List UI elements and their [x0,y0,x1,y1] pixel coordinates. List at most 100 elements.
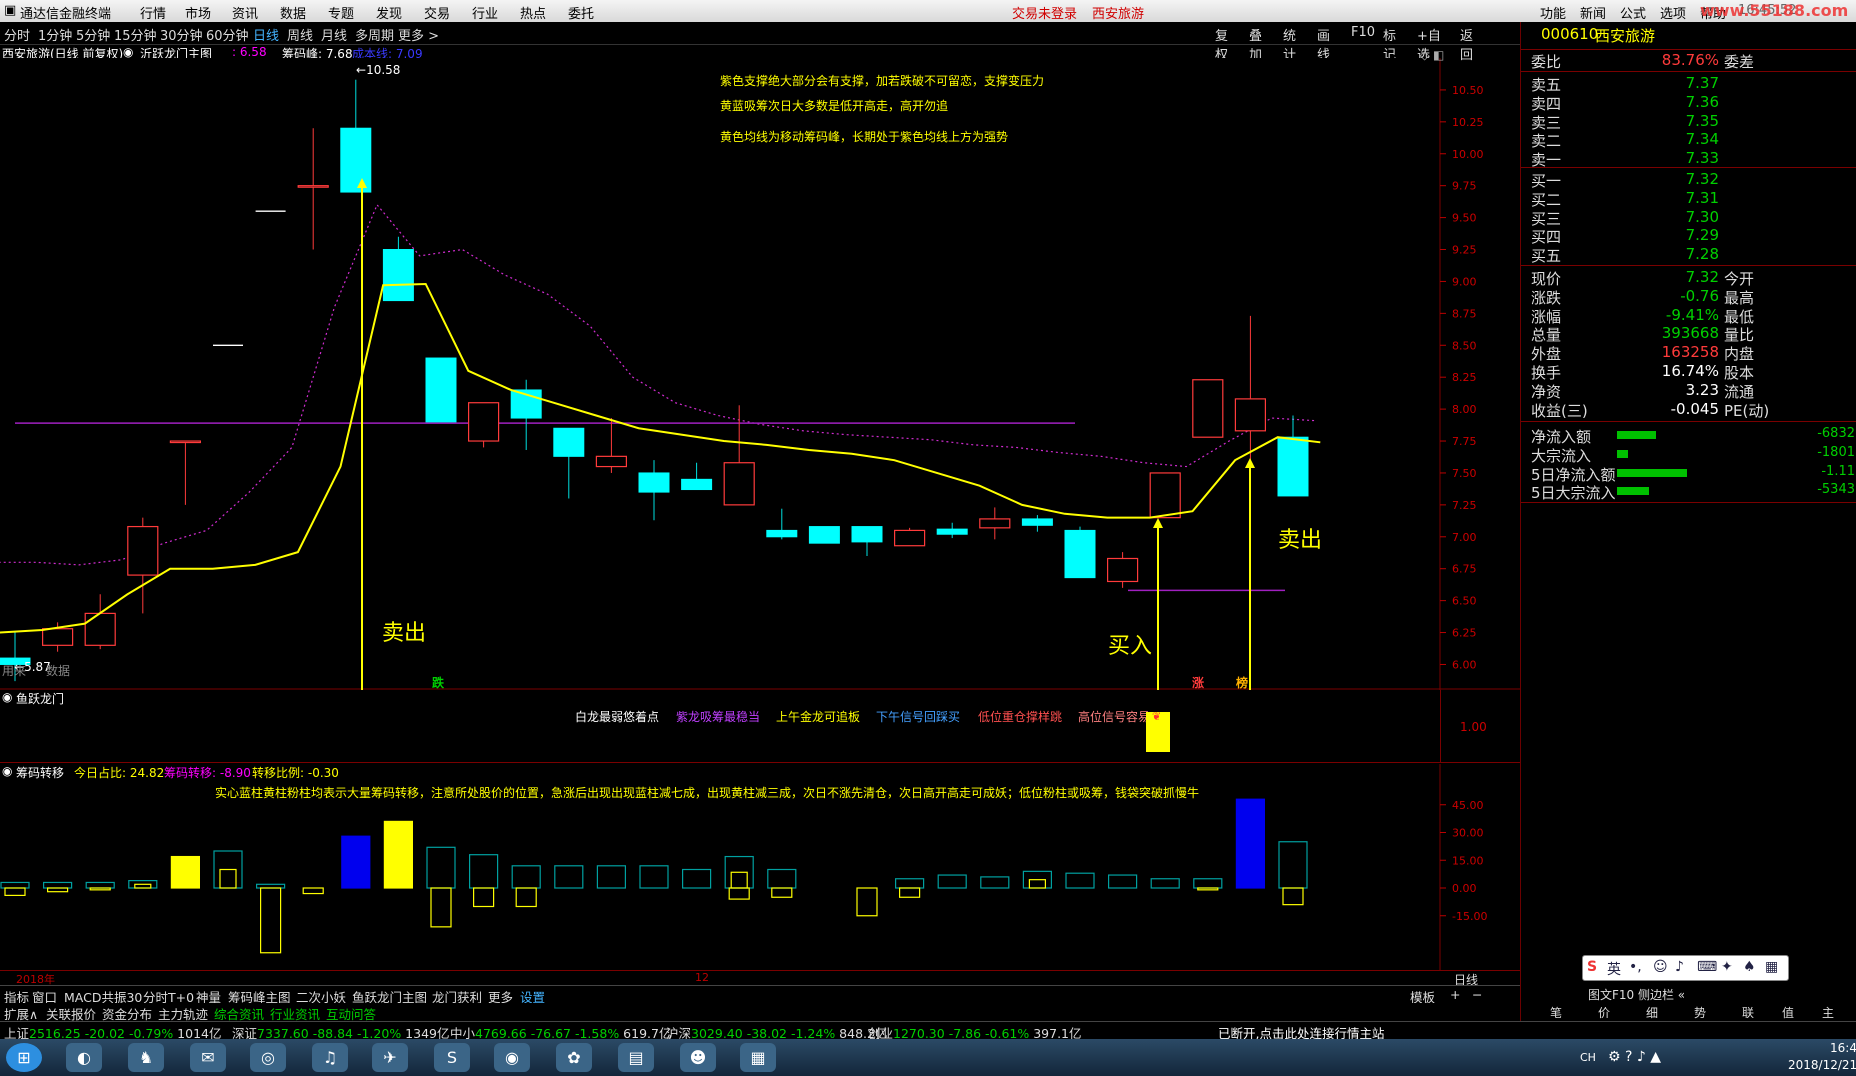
taskbar-tdx-icon[interactable]: ▤ [618,1043,654,1072]
menu-redian[interactable]: 热点 [520,3,546,22]
ime-toolbar[interactable]: S 英 •, ☺ ♪ ⌨ ✦ ♠ ▦ [1582,955,1789,981]
taskbar-time: 16:45 [1830,1041,1856,1055]
indicator-gear-icon[interactable]: ◉ [123,45,133,59]
watermark: www.55188.com [1700,1,1849,20]
panel-f10-link[interactable]: 图文F10 侧边栏 « [1588,986,1685,1003]
zoom-in-icon[interactable]: + [1450,987,1460,1002]
quote-tab-jia[interactable]: 价 [1598,1004,1610,1021]
chip-bar [469,854,499,889]
chip-bar-negative [430,887,452,928]
start-button[interactable]: ⊞ [6,1043,42,1072]
taskbar-app-12-icon[interactable]: ▦ [740,1043,776,1072]
candle-body [595,455,628,468]
menu-xinwen[interactable]: 新闻 [1580,3,1606,22]
taskbar-app-4-icon[interactable]: ◎ [250,1043,286,1072]
toolbar-f10[interactable]: F10 [1351,25,1375,40]
punct-icon[interactable]: •, [1629,959,1642,975]
period-30min[interactable]: 30分钟 [160,25,203,44]
taskbar-browser-icon[interactable]: ◉ [494,1043,530,1072]
flow-bar [1617,468,1687,477]
y-tick-label: 9.75 [1452,180,1477,193]
stat-5: 换手 16.74% 股本 [1521,362,1856,382]
stat-3: 总量 393668 量比 [1521,324,1856,344]
menu-hangqing[interactable]: 行情 [140,3,166,22]
quote-tab-zhi[interactable]: 值 [1782,1004,1794,1021]
taskbar-app-6-icon[interactable]: ✈ [372,1043,408,1072]
emoji-icon[interactable]: ☺ [1653,959,1668,975]
quote-tab-shi[interactable]: 势 [1694,1004,1706,1021]
sogou-icon[interactable]: S [1587,959,1597,975]
keyboard-icon[interactable]: ⌨ [1697,959,1717,975]
taskbar-netease-icon[interactable]: ♫ [312,1043,348,1072]
dragon-legend-white: 白龙最弱悠着点 [575,710,660,724]
chip-bar [426,846,456,889]
taskbar-sogou-icon[interactable]: S [434,1043,470,1072]
candlestick-chart[interactable]: 10.50 10.25 10.00 9.75 9.50 9.25 9.00 8.75 8.50 8… [0,58,1520,690]
flow-value: -1.11 [1821,463,1855,479]
login-status[interactable]: 交易未登录 [1012,3,1077,22]
chart-mini-icons[interactable]: ◇ ◧ [1420,48,1444,62]
mic-icon[interactable]: ♪ [1675,959,1684,975]
dragon-title[interactable]: 鱼跃龙门 [16,690,64,707]
menu-gongshi[interactable]: 公式 [1620,3,1646,22]
period-multi[interactable]: 多周期 [355,25,394,44]
candle-body [127,525,159,576]
y-tick-label: 8.25 [1452,371,1477,384]
lang-indicator[interactable]: CH [1580,1051,1596,1064]
skin-icon[interactable]: ♠ [1743,959,1756,975]
y-tick-label: 7.50 [1452,467,1477,480]
period-more[interactable]: 更多 > [398,25,439,44]
menu-xuanxiang[interactable]: 选项 [1660,3,1686,22]
menu-weituo[interactable]: 委托 [568,3,594,22]
taskbar-app-11-icon[interactable]: ☻ [680,1043,716,1072]
candle-body [1064,529,1096,579]
period-15min[interactable]: 15分钟 [114,25,157,44]
chip-bar-negative [473,887,495,908]
menu-shichang[interactable]: 市场 [185,3,211,22]
sell-label-1: 卖出 [382,621,427,646]
weibi-value: 83.76% [1661,51,1719,69]
candle-body [893,529,926,547]
menu-shuju[interactable]: 数据 [280,3,306,22]
chip-transfer-chart[interactable]: 45.00 30.00 15.00 0.00 -15.00 [0,764,1520,970]
taskbar-app-9-icon[interactable]: ✿ [556,1043,592,1072]
period-5min[interactable]: 5分钟 [76,25,110,44]
flow-value: -1801 [1817,444,1855,460]
period-week[interactable]: 周线 [287,25,313,44]
grid-icon[interactable]: ▦ [1765,959,1778,975]
menu-gongneng[interactable]: 功能 [1540,3,1566,22]
ime-lang[interactable]: 英 [1607,959,1621,979]
candle-body [382,249,414,302]
period-60min[interactable]: 60分钟 [206,25,249,44]
candle-body [979,518,1011,529]
y-tick-label: 6.00 [1452,658,1477,671]
quote-tab-lian[interactable]: 联 [1742,1004,1754,1021]
period-fenshi[interactable]: 分时 [4,25,30,44]
quote-tab-zhu[interactable]: 主 [1822,1004,1834,1021]
weicha-label: 委差 [1724,53,1755,71]
sell-level-4-value: 7.36 [1685,92,1719,111]
quote-tab-xi[interactable]: 细 [1646,1004,1658,1021]
tray-icons[interactable]: ⚙ ? ♪ ▲ [1608,1049,1661,1065]
menu-faxian[interactable]: 发现 [376,3,402,22]
sell-level-1: 卖一 7.33 [1521,149,1856,169]
menu-zhuanti[interactable]: 专题 [328,3,354,22]
menu-hangye[interactable]: 行业 [472,3,498,22]
taskbar-app-1-icon[interactable]: ◐ [66,1043,102,1072]
zoom-out-icon[interactable]: − [1472,987,1482,1002]
tag-zhang: 涨 [1192,676,1205,690]
annotation-1: 紫色支撑绝大部分会有支撑，加若跌破不可留恋，支撑变压力 [720,74,1045,88]
candle-body [1192,379,1224,438]
taskbar-qq-icon[interactable]: ♞ [128,1043,164,1072]
period-day[interactable]: 日线 [253,25,279,44]
quote-tab-bi[interactable]: 笔 [1550,1004,1562,1021]
taskbar-wechat-icon[interactable]: ✉ [190,1043,226,1072]
menu-zixun[interactable]: 资讯 [232,3,258,22]
tools-icon[interactable]: ✦ [1721,959,1733,975]
menu-jiaoyi[interactable]: 交易 [424,3,450,22]
candle-body [169,440,201,444]
dragon-y-tick: 1.00 [1460,720,1487,734]
dragon-gear-icon[interactable]: ◉ [2,690,12,704]
period-month[interactable]: 月线 [321,25,347,44]
period-1min[interactable]: 1分钟 [38,25,72,44]
